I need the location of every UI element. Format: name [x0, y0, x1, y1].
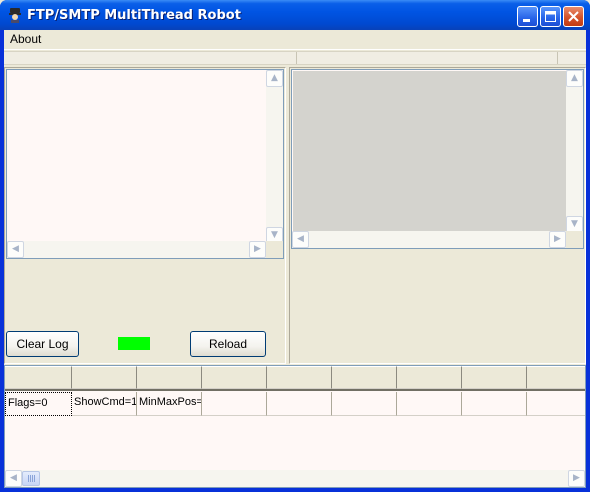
grid-cell[interactable] — [462, 392, 527, 416]
grid-header-cell[interactable] — [397, 366, 462, 389]
app-window: FTP/SMTP MultiThread Robot About ▲ ▼ ◀ ▶… — [0, 0, 590, 492]
toolbar-divider — [557, 52, 558, 64]
reload-button[interactable]: Reload — [190, 331, 266, 357]
grid-header-row — [5, 366, 585, 391]
scroll-right-icon[interactable]: ▶ — [549, 231, 566, 248]
client-area: About ▲ ▼ ◀ ▶ Clear Log Reload ▲ ▼ ◀ ▶ F… — [4, 30, 586, 488]
scroll-up-icon[interactable]: ▲ — [566, 70, 583, 87]
close-button[interactable] — [563, 6, 584, 27]
window-title: FTP/SMTP MultiThread Robot — [27, 8, 241, 23]
grid-header-cell[interactable] — [137, 366, 202, 389]
log-vertical-scrollbar[interactable]: ▲ ▼ — [266, 70, 283, 244]
minimize-button[interactable] — [517, 6, 538, 27]
menu-bar: About — [4, 30, 586, 48]
grid-cell[interactable]: ShowCmd=1 — [72, 392, 137, 416]
grid-cell[interactable]: Flags=0 — [5, 392, 72, 416]
title-bar[interactable]: FTP/SMTP MultiThread Robot — [0, 0, 590, 30]
grid-header-cell[interactable] — [267, 366, 332, 389]
grid-cell[interactable] — [202, 392, 267, 416]
grid-header-cell[interactable] — [5, 366, 72, 389]
preview-area[interactable]: ▲ ▼ ◀ ▶ — [291, 69, 584, 249]
toolbar-strip — [4, 51, 586, 65]
scroll-up-icon[interactable]: ▲ — [266, 70, 283, 87]
preview-vertical-scrollbar[interactable]: ▲ ▼ — [566, 70, 583, 233]
app-icon — [9, 8, 21, 23]
menu-about[interactable]: About — [10, 32, 41, 46]
table-row: Flags=0 ShowCmd=1 MinMaxPos= — [5, 392, 585, 416]
status-indicator — [118, 337, 150, 350]
scroll-left-icon[interactable]: ◀ — [5, 470, 22, 487]
log-textarea[interactable]: ▲ ▼ ◀ ▶ — [6, 69, 284, 259]
maximize-icon — [545, 11, 556, 22]
left-panel: ▲ ▼ ◀ ▶ Clear Log Reload — [4, 67, 286, 364]
scroll-left-icon[interactable]: ◀ — [7, 241, 24, 258]
grid-cell[interactable] — [332, 392, 397, 416]
grid-header-cell[interactable] — [527, 366, 585, 389]
scrollbar-corner — [566, 231, 583, 248]
minimize-icon — [523, 19, 530, 22]
preview-horizontal-scrollbar[interactable]: ◀ ▶ — [292, 231, 566, 248]
scroll-thumb[interactable] — [22, 471, 40, 486]
maximize-button[interactable] — [540, 6, 561, 27]
grid-cell[interactable] — [267, 392, 332, 416]
menu-separator — [4, 49, 586, 50]
preview-canvas — [293, 71, 569, 234]
grid-cell[interactable] — [397, 392, 462, 416]
grid-header-cell[interactable] — [462, 366, 527, 389]
scroll-right-icon[interactable]: ▶ — [249, 241, 266, 258]
data-grid[interactable]: Flags=0 ShowCmd=1 MinMaxPos= ◀ ▶ — [4, 365, 586, 488]
close-icon — [568, 11, 579, 22]
grid-cell[interactable] — [527, 392, 585, 416]
grid-horizontal-scrollbar[interactable]: ◀ ▶ — [5, 470, 585, 487]
toolbar-divider — [296, 52, 297, 64]
grip-icon — [28, 475, 35, 482]
right-panel: ▲ ▼ ◀ ▶ — [289, 67, 586, 364]
scroll-left-icon[interactable]: ◀ — [292, 231, 309, 248]
grid-cell[interactable]: MinMaxPos= — [137, 392, 202, 416]
scrollbar-corner — [266, 241, 283, 258]
log-horizontal-scrollbar[interactable]: ◀ ▶ — [7, 241, 266, 258]
grid-header-cell[interactable] — [72, 366, 137, 389]
grid-header-cell[interactable] — [332, 366, 397, 389]
grid-header-cell[interactable] — [202, 366, 267, 389]
scroll-right-icon[interactable]: ▶ — [568, 470, 585, 487]
clear-log-button[interactable]: Clear Log — [6, 331, 79, 357]
